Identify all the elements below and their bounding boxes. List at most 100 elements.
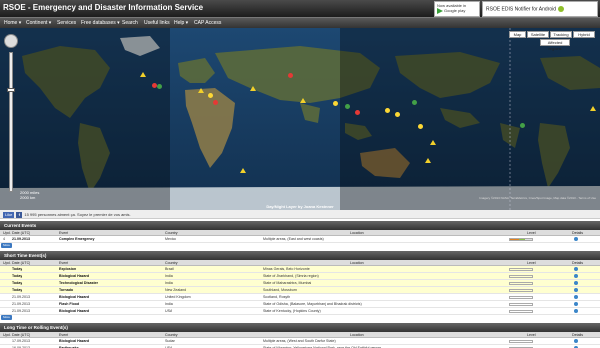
cell-location: State of Jharkhand, (Simria region) [263,274,319,278]
event-marker[interactable] [425,158,431,163]
details-icon[interactable] [574,339,578,343]
event-marker[interactable] [300,98,306,103]
more-button[interactable]: More [1,315,12,320]
site-title[interactable]: RSOE - Emergency and Disaster Informatio… [3,3,203,12]
event-marker[interactable] [140,72,146,77]
cell-date: Today [12,288,23,292]
cell-location: Scotland, Rosyth [263,295,291,299]
map-scale: 2000 miles 2000 km [20,190,39,200]
event-marker[interactable] [240,168,246,173]
event-row[interactable]: Today Explosion Brazil Minas Gerais, Belo H… [0,266,600,273]
event-marker[interactable] [395,112,400,117]
details-icon[interactable] [574,281,578,285]
details-icon[interactable] [574,302,578,306]
likes-text: 15 995 personnes aiment ça. Soyez le pre… [24,212,131,217]
app: RSOE - Emergency and Disaster Informatio… [0,0,600,348]
details-icon[interactable] [574,267,578,271]
event-marker[interactable] [208,93,213,98]
event-marker[interactable] [355,110,360,115]
cell-location: Multiple areas, (East and west coasts) [263,237,324,241]
event-marker[interactable] [213,100,218,105]
google-play-store-text: Google play [444,8,466,14]
event-marker[interactable] [250,86,256,91]
more-button[interactable]: More [1,243,12,248]
pan-control[interactable] [4,34,18,48]
details-icon[interactable] [574,309,578,313]
cell-event: Tornado [59,288,74,292]
cell-date: 21.09.2013 [12,295,30,299]
level-indicator [509,282,533,285]
level-indicator [509,275,533,278]
event-marker[interactable] [333,101,338,106]
event-row[interactable]: 21.09.2013 Flash Flood India State of Odish… [0,301,600,308]
cell-date: 21.09.2013 [12,302,30,306]
section-header[interactable]: Long Time or Rolling Event(s) [0,323,600,332]
world-map[interactable]: Map Satellite Tracking Hybrid Affected r… [0,28,600,210]
cell-location: State of Kentucky, (Hopkins County) [263,309,321,313]
map-type-hybrid[interactable]: Hybrid [573,31,595,38]
cell-event: Technological Disaster [59,281,99,285]
cell-date: Today [12,281,23,285]
event-marker[interactable] [430,140,436,145]
cell-event: Biological Hazard [59,339,90,343]
affected-regions-toggle[interactable]: Affected regions [540,39,570,51]
cell-event: Flash Flood [59,302,80,306]
level-indicator [509,303,533,306]
event-marker[interactable] [198,88,204,93]
event-marker[interactable] [590,106,596,111]
event-marker[interactable] [412,100,417,105]
cell-date: 17.09.2013 [12,339,30,343]
map-type-tracking[interactable]: Tracking [550,31,572,38]
event-marker[interactable] [157,84,162,89]
cell-event: Biological Hazard [59,295,90,299]
cell-date: 21.09.2013 [12,309,30,313]
event-marker[interactable] [385,108,390,113]
zoom-slider[interactable] [9,52,13,192]
event-row[interactable]: Today Tornado New Zealand Southland, Mossbu… [0,287,600,294]
event-marker[interactable] [418,124,423,129]
details-icon[interactable] [574,237,578,241]
details-icon[interactable] [574,295,578,299]
google-play-badge[interactable]: Now available in Google play [434,1,480,17]
map-type-map[interactable]: Map [509,31,526,38]
details-icon[interactable] [574,288,578,292]
cell-country: India [165,281,173,285]
level-indicator [509,268,533,271]
event-row[interactable]: 21.09.2013 Biological Hazard USA State of K… [0,308,600,315]
cell-country: Sudan [165,339,176,343]
section-header[interactable]: Current Events [0,221,600,230]
notifier-badge[interactable]: RSOE EDIS Notifier for Android [482,1,598,17]
event-row[interactable]: 4 21.09.2013 Complex Emergency Mexico Multip… [0,236,600,243]
event-marker[interactable] [288,73,293,78]
map-type-satellite[interactable]: Satellite [527,31,549,38]
event-row[interactable]: 17.09.2013 Biological Hazard Sudan Multiple… [0,338,600,345]
cell-date: 21.09.2013 [12,237,30,241]
scale-km: 2000 km [20,195,36,200]
cell-location: State of Maharashtra, Mumbai [263,281,312,285]
cell-location: Minas Gerais, Belo Horizonte [263,267,310,271]
section-header[interactable]: Short Time Event(s) [0,251,600,260]
event-row[interactable]: Today Technological Disaster India State of… [0,280,600,287]
cell-event: Biological Hazard [59,309,90,313]
header: RSOE - Emergency and Disaster Informatio… [0,0,600,17]
main-nav: Home ▾ Continent ▾ Services Free databas… [0,17,600,28]
notifier-text: RSOE EDIS Notifier for Android [486,6,557,13]
event-row[interactable]: 21.09.2013 Biological Hazard United Kingdo… [0,294,600,301]
google-play-icon [437,8,443,14]
details-icon[interactable] [574,274,578,278]
zoom-handle[interactable] [7,88,15,92]
level-indicator [509,289,533,292]
facebook-like-button[interactable]: Like [3,212,15,218]
cell-country: USA [165,309,173,313]
map-caption: Day/Night Layer by Joana Kestnner [266,204,334,209]
cell-country: Mexico [165,237,177,241]
level-indicator [509,238,533,241]
event-marker[interactable] [345,104,350,109]
event-row[interactable]: Today Biological Hazard India State of Jhar… [0,273,600,280]
event-marker[interactable] [520,123,525,128]
android-icon [558,6,565,12]
cell-country: India [165,274,173,278]
cell-country: United Kingdom [165,295,191,299]
cell-event: Explosion [59,267,77,271]
level-indicator [509,340,533,343]
